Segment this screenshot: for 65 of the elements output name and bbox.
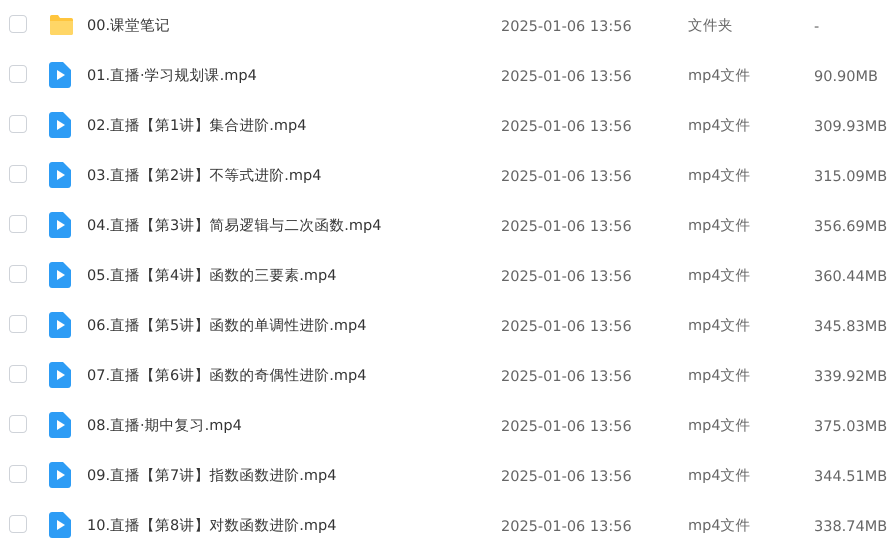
file-size: 344.51MB [814, 468, 888, 484]
checkbox[interactable] [9, 265, 27, 283]
modified-date: 2025-01-06 13:56 [501, 118, 632, 134]
video-file-icon [49, 212, 71, 238]
file-name[interactable]: 01.直播·学习规划课.mp4 [87, 68, 257, 84]
modified-date: 2025-01-06 13:56 [501, 368, 632, 384]
checkbox[interactable] [9, 365, 27, 383]
file-size: 356.69MB [814, 218, 888, 234]
modified-date: 2025-01-06 13:56 [501, 518, 632, 534]
video-file-icon [49, 162, 71, 188]
file-name[interactable]: 06.直播【第5讲】函数的单调性进阶.mp4 [87, 318, 366, 334]
video-file-icon [49, 312, 71, 338]
modified-date: 2025-01-06 13:56 [501, 468, 632, 484]
checkbox[interactable] [9, 65, 27, 83]
video-file-icon [49, 362, 71, 388]
video-file-icon [49, 112, 71, 138]
checkbox[interactable] [9, 15, 27, 33]
modified-date: 2025-01-06 13:56 [501, 218, 632, 234]
file-name[interactable]: 10.直播【第8讲】对数函数进阶.mp4 [87, 518, 336, 534]
video-file-icon [49, 412, 71, 438]
file-type: mp4文件 [688, 218, 751, 234]
checkbox[interactable] [9, 315, 27, 333]
file-name[interactable]: 05.直播【第4讲】函数的三要素.mp4 [87, 268, 336, 284]
file-name[interactable]: 03.直播【第2讲】不等式进阶.mp4 [87, 168, 322, 184]
file-type: mp4文件 [688, 418, 751, 434]
file-type: mp4文件 [688, 268, 751, 284]
modified-date: 2025-01-06 13:56 [501, 168, 632, 184]
file-size: 309.93MB [814, 118, 888, 134]
file-name[interactable]: 09.直播【第7讲】指数函数进阶.mp4 [87, 468, 336, 484]
modified-date: 2025-01-06 13:56 [501, 418, 632, 434]
modified-date: 2025-01-06 13:56 [501, 318, 632, 334]
file-size: 315.09MB [814, 168, 888, 184]
file-name[interactable]: 04.直播【第3讲】简易逻辑与二次函数.mp4 [87, 218, 382, 234]
file-name[interactable]: 07.直播【第6讲】函数的奇偶性进阶.mp4 [87, 368, 366, 384]
video-file-icon [49, 462, 71, 488]
file-size: 360.44MB [814, 268, 888, 284]
file-size: 375.03MB [814, 418, 888, 434]
file-type: mp4文件 [688, 468, 751, 484]
file-size: 338.74MB [814, 518, 888, 534]
file-type: mp4文件 [688, 68, 751, 84]
file-size: 90.90MB [814, 68, 878, 84]
file-size: - [814, 18, 820, 34]
checkbox[interactable] [9, 515, 27, 533]
modified-date: 2025-01-06 13:56 [501, 268, 632, 284]
checkbox[interactable] [9, 465, 27, 483]
modified-date: 2025-01-06 13:56 [501, 18, 632, 34]
modified-date: 2025-01-06 13:56 [501, 68, 632, 84]
file-type: mp4文件 [688, 518, 751, 534]
video-file-icon [49, 262, 71, 288]
file-size: 345.83MB [814, 318, 888, 334]
file-type: 文件夹 [688, 18, 733, 34]
file-name[interactable]: 00.课堂笔记 [87, 18, 170, 34]
checkbox[interactable] [9, 115, 27, 133]
file-type: mp4文件 [688, 318, 751, 334]
file-type: mp4文件 [688, 168, 751, 184]
file-name[interactable]: 08.直播·期中复习.mp4 [87, 418, 242, 434]
checkbox[interactable] [9, 165, 27, 183]
folder-icon [49, 14, 74, 36]
file-name[interactable]: 02.直播【第1讲】集合进阶.mp4 [87, 118, 306, 134]
checkbox[interactable] [9, 215, 27, 233]
file-size: 339.92MB [814, 368, 888, 384]
video-file-icon [49, 62, 71, 88]
file-type: mp4文件 [688, 118, 751, 134]
file-type: mp4文件 [688, 368, 751, 384]
checkbox[interactable] [9, 415, 27, 433]
